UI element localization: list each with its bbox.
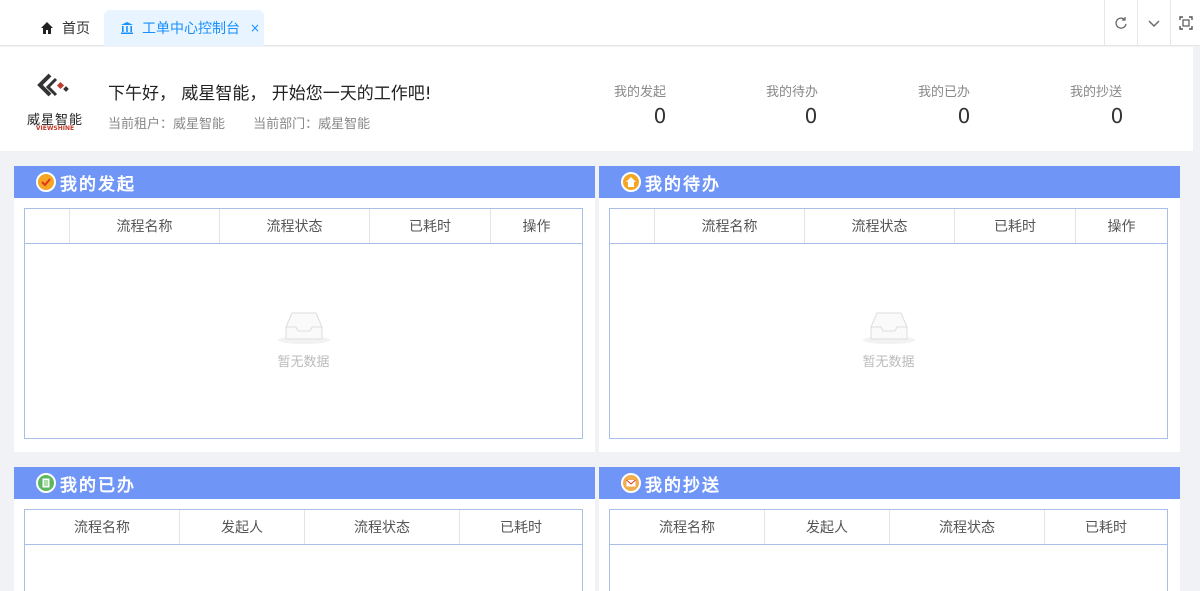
stat-label: 我的抄送	[1069, 85, 1122, 100]
todo-table: 流程名称 流程状态 已耗时 操作 暂无数据	[609, 208, 1168, 439]
greeting-text: 下午好， 威星智能， 开始您一天的工作吧!	[108, 84, 432, 104]
column-header: 已耗时	[955, 209, 1076, 243]
department-text: 当前部门：威星智能	[253, 117, 371, 132]
welcome-panel: 威星智能 VIEWSHINE 下午好， 威星智能， 开始您一天的工作吧! 当前租…	[0, 47, 1193, 151]
table-header: 流程名称 发起人 流程状态 已耗时	[610, 510, 1167, 545]
empty-state: 暂无数据	[610, 309, 1167, 370]
document-icon	[36, 473, 56, 493]
card-title: 我的发起	[60, 174, 136, 195]
stat-done[interactable]: 我的已办 0	[889, 81, 999, 128]
company-logo: 威星智能 VIEWSHINE	[24, 71, 86, 135]
logo-mark-icon	[37, 73, 69, 97]
fullscreen-icon	[1178, 16, 1193, 30]
column-header	[610, 209, 655, 243]
column-header: 操作	[1107, 219, 1136, 235]
empty-text: 暂无数据	[277, 355, 330, 370]
card-title: 我的待办	[645, 174, 721, 195]
table-header: 流程名称 流程状态 已耗时 操作	[610, 209, 1167, 244]
column-header: 流程名称	[25, 510, 180, 544]
chevron-down-icon	[1148, 20, 1160, 27]
card-header: 我的已办	[14, 467, 595, 499]
stat-value: 0	[1110, 104, 1124, 128]
card-done: 我的已办 流程名称 发起人 流程状态 已耗时	[14, 467, 595, 591]
empty-state: 暂无数据	[25, 309, 582, 370]
column-header: 流程名称	[655, 209, 805, 243]
card-todo: 我的待办 流程名称 流程状态 已耗时 操作 暂无数据	[599, 166, 1180, 452]
tab-home-label: 首页	[62, 21, 90, 37]
tab-active-label: 工单中心控制台	[142, 21, 240, 37]
column-header: 操作	[522, 219, 551, 235]
column-header: 已耗时	[370, 209, 491, 243]
started-table: 流程名称 流程状态 已耗时 操作 暂无数据	[24, 208, 583, 439]
bank-icon	[121, 22, 133, 34]
logo-subtext: VIEWSHINE	[35, 125, 75, 132]
stat-cc[interactable]: 我的抄送 0	[1041, 81, 1151, 128]
table-header: 流程名称 流程状态 已耗时 操作	[25, 209, 582, 244]
column-header: 流程名称	[70, 209, 220, 243]
stat-todo[interactable]: 我的待办 0	[737, 81, 847, 128]
table-header: 流程名称 发起人 流程状态 已耗时	[25, 510, 582, 545]
stat-value: 0	[957, 104, 971, 128]
tenant-text: 当前租户：威星智能	[108, 117, 226, 132]
card-header: 我的抄送	[599, 467, 1180, 499]
column-header: 流程状态	[805, 209, 955, 243]
column-header: 已耗时	[500, 520, 542, 536]
column-header: 已耗时	[1085, 520, 1127, 536]
card-header: 我的发起	[14, 166, 595, 198]
card-title: 我的已办	[60, 475, 136, 496]
column-header	[25, 209, 70, 243]
column-header: 流程名称	[610, 510, 765, 544]
stat-label: 我的已办	[917, 85, 970, 100]
tab-close-button[interactable]: ×	[250, 21, 260, 35]
home-badge-icon	[621, 172, 641, 192]
empty-text: 暂无数据	[862, 355, 915, 370]
tab-home[interactable]: 首页	[30, 10, 104, 46]
done-table: 流程名称 发起人 流程状态 已耗时	[24, 509, 583, 591]
fullscreen-button[interactable]	[1170, 0, 1200, 46]
refresh-button[interactable]	[1104, 0, 1137, 46]
empty-inbox-icon	[277, 312, 330, 344]
column-header: 流程状态	[305, 510, 460, 544]
home-icon	[41, 22, 53, 34]
card-title: 我的抄送	[645, 475, 721, 496]
card-header: 我的待办	[599, 166, 1180, 198]
stat-started[interactable]: 我的发起 0	[585, 81, 695, 128]
column-header: 流程状态	[890, 510, 1045, 544]
user-meta: 当前租户：威星智能 当前部门：威星智能	[108, 113, 394, 132]
stat-label: 我的发起	[613, 85, 666, 100]
tab-workorder-console[interactable]: 工单中心控制台 ×	[104, 10, 264, 46]
tab-bar: 首页 工单中心控制台 ×	[0, 0, 1200, 46]
refresh-icon	[1115, 17, 1127, 29]
stat-value: 0	[804, 104, 818, 128]
column-header: 发起人	[765, 510, 890, 544]
empty-inbox-icon	[862, 312, 915, 344]
check-icon	[36, 172, 56, 192]
card-started: 我的发起 流程名称 流程状态 已耗时 操作 暂无数据	[14, 166, 595, 452]
stat-value: 0	[653, 104, 667, 128]
column-header: 发起人	[180, 510, 305, 544]
stat-label: 我的待办	[765, 85, 818, 100]
cc-table: 流程名称 发起人 流程状态 已耗时	[609, 509, 1168, 591]
dropdown-button[interactable]	[1137, 0, 1170, 46]
column-header: 流程状态	[220, 209, 370, 243]
mail-icon	[621, 473, 641, 493]
card-cc: 我的抄送 流程名称 发起人 流程状态 已耗时	[599, 467, 1180, 591]
